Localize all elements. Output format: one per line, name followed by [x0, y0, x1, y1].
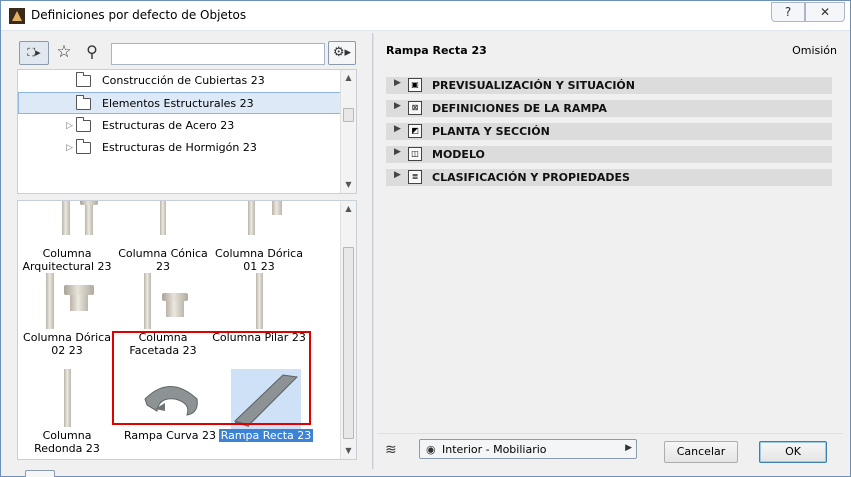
tile-columna-redonda[interactable]: Columna Redonda 23	[19, 369, 115, 455]
tile-columna-pilar[interactable]: Columna Pilar 23	[211, 271, 307, 344]
expand-arrow-icon: ▶	[394, 124, 401, 134]
classification-icon: ≣	[408, 170, 422, 184]
tile-rampa-curva[interactable]: Rampa Curva 23	[122, 369, 218, 442]
tile-columna-facetada[interactable]: Columna Facetada 23	[115, 271, 211, 357]
tree-item-estructuras-acero[interactable]: ▷ Estructuras de Acero 23	[18, 115, 342, 137]
tile-columna-arquitectural[interactable]: Columna Arquitectural 23	[19, 201, 115, 273]
chevron-right-icon: ▶	[625, 443, 632, 453]
model-cube-icon: ◫	[408, 147, 422, 161]
ramp-settings-icon: ⊠	[408, 101, 422, 115]
tree-item-construccion-cubiertas[interactable]: Construcción de Cubiertas 23	[18, 70, 342, 92]
folder-tree: Construcción de Cubiertas 23 Elementos E…	[17, 69, 357, 194]
tree-item-elementos-estructurales[interactable]: Elementos Estructurales 23	[18, 92, 342, 114]
column-thumbnail	[32, 201, 102, 247]
scroll-down-icon[interactable]: ▼	[341, 177, 356, 193]
tile-columna-conica[interactable]: Columna Cónica 23	[115, 201, 211, 273]
search-icon[interactable]: ⚲	[81, 41, 103, 65]
expand-arrow-icon[interactable]: ▷	[66, 115, 73, 137]
object-grid: Columna Arquitectural 23 Columna Cónica 23…	[17, 200, 357, 460]
dialog-footer: ≋ ◉ Interior - Mobiliario ▶ Cancelar OK	[377, 433, 843, 469]
search-input[interactable]	[111, 43, 325, 65]
library-panel: ⛶▸ ☆ ⚲ ⚙▸ Construcción de Cubiertas 23 E…	[9, 33, 366, 477]
folder-icon	[76, 95, 91, 110]
cancel-button[interactable]: Cancelar	[664, 441, 738, 463]
section-classification[interactable]: ▶ ≣ CLASIFICACIÓN Y PROPIEDADES	[386, 169, 832, 186]
gear-icon[interactable]: ⚙▸	[328, 41, 356, 65]
section-ramp-settings[interactable]: ▶ ⊠ DEFINICIONES DE LA RAMPA	[386, 100, 832, 117]
tile-columna-dorica-01[interactable]: Columna Dórica 01 23	[211, 201, 307, 273]
scroll-up-icon[interactable]: ▲	[341, 70, 356, 86]
window-title: Definiciones por defecto de Objetos	[31, 8, 247, 22]
layer-stack-icon: ≋	[385, 442, 397, 458]
column-thumbnail	[224, 271, 294, 331]
expand-arrow-icon: ▶	[394, 170, 401, 180]
tile-label: Columna Redonda 23	[34, 429, 100, 455]
scroll-down-icon[interactable]: ▼	[341, 443, 356, 459]
tile-label: Columna Dórica 01 23	[215, 247, 303, 273]
title-bar: Definiciones por defecto de Objetos ? ✕	[1, 1, 850, 31]
column-thumbnail	[32, 271, 102, 331]
section-floor-plan[interactable]: ▶ ◩ PLANTA Y SECCIÓN	[386, 123, 832, 140]
column-thumbnail	[32, 369, 102, 429]
column-thumbnail	[128, 201, 198, 247]
help-button[interactable]: ?	[771, 2, 805, 22]
tile-columna-dorica-02[interactable]: Columna Dórica 02 23	[19, 271, 115, 357]
curved-ramp-icon	[144, 386, 198, 416]
floor-plan-icon: ◩	[408, 124, 422, 138]
expand-arrow-icon: ▶	[394, 78, 401, 88]
star-icon[interactable]: ☆	[53, 41, 75, 65]
settings-panel: Rampa Recta 23 Omisión ▶ ▣ PREVISUALIZAC…	[377, 33, 843, 469]
straight-ramp-icon	[234, 374, 299, 427]
tile-label: Columna Facetada 23	[129, 331, 197, 357]
eye-icon: ◉	[426, 443, 436, 456]
straight-ramp-thumbnail	[231, 369, 301, 429]
panel-divider[interactable]	[372, 33, 374, 469]
scroll-thumb[interactable]	[343, 247, 354, 439]
library-manager-icon[interactable]: ⌂	[25, 470, 55, 477]
tile-label: Rampa Curva 23	[124, 429, 216, 442]
scroll-thumb[interactable]	[343, 108, 354, 122]
archicad-app-icon	[9, 8, 25, 24]
selected-object-title: Rampa Recta 23	[386, 44, 487, 57]
folder-icon	[76, 139, 91, 154]
section-preview[interactable]: ▶ ▣ PREVISUALIZACIÓN Y SITUACIÓN	[386, 77, 832, 94]
column-thumbnail	[128, 271, 198, 331]
library-browser-icon[interactable]: ⛶▸	[19, 41, 49, 65]
expand-arrow-icon: ▶	[394, 101, 401, 111]
expand-arrow-icon[interactable]: ▷	[66, 137, 73, 159]
tree-item-estructuras-hormigon[interactable]: ▷ Estructuras de Hormigón 23	[18, 137, 342, 159]
ok-button[interactable]: OK	[759, 441, 827, 463]
scroll-up-icon[interactable]: ▲	[341, 201, 356, 217]
grid-scrollbar[interactable]: ▲ ▼	[340, 201, 356, 459]
folder-icon	[76, 72, 91, 87]
preview-icon: ▣	[408, 78, 422, 92]
tile-rampa-recta[interactable]: Rampa Recta 23	[218, 369, 314, 442]
tile-label: Rampa Recta 23	[218, 429, 314, 442]
close-button[interactable]: ✕	[805, 2, 845, 22]
curved-ramp-thumbnail	[135, 369, 205, 429]
expand-arrow-icon: ▶	[394, 147, 401, 157]
layer-select[interactable]: ◉ Interior - Mobiliario ▶	[419, 439, 637, 459]
tile-label: Columna Pilar 23	[212, 331, 306, 344]
dialog-window: Definiciones por defecto de Objetos ? ✕ …	[0, 0, 851, 477]
tree-scrollbar[interactable]: ▲ ▼	[340, 70, 356, 193]
tile-label: Columna Cónica 23	[118, 247, 208, 273]
library-toolbar: ⛶▸ ☆ ⚲ ⚙▸	[9, 37, 366, 65]
tile-label: Columna Arquitectural 23	[22, 247, 112, 273]
default-label: Omisión	[792, 44, 837, 57]
tile-label: Columna Dórica 02 23	[23, 331, 111, 357]
folder-icon	[76, 117, 91, 132]
section-model[interactable]: ▶ ◫ MODELO	[386, 146, 832, 163]
column-thumbnail	[224, 201, 294, 247]
